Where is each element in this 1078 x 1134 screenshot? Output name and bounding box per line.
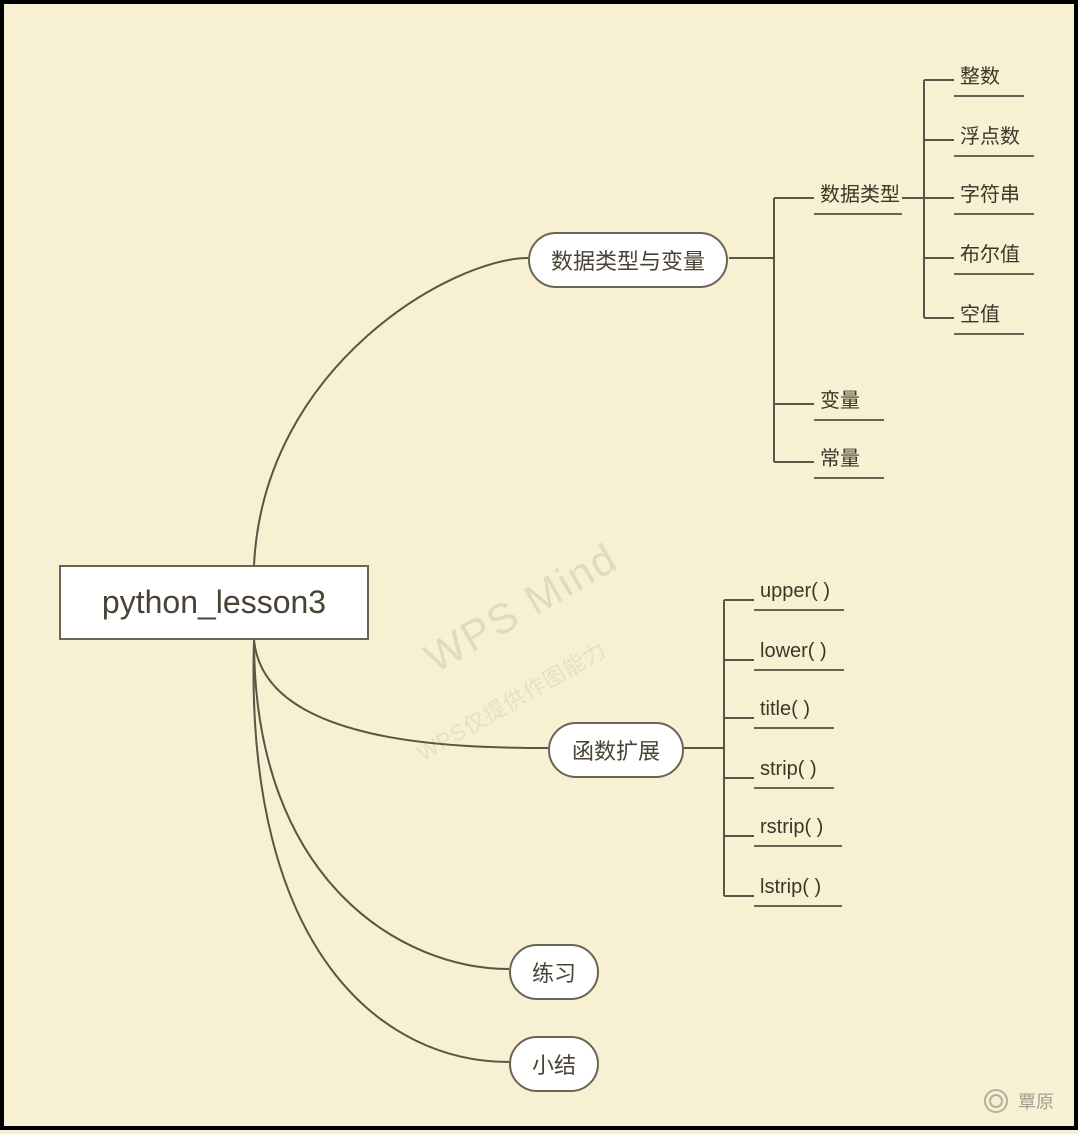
leaf-boolean[interactable]: 布尔值 (954, 234, 1034, 275)
leaf-float[interactable]: 浮点数 (954, 116, 1034, 157)
branch-data-types-variables[interactable]: 数据类型与变量 (528, 232, 728, 288)
leaf-upper[interactable]: upper( ) (754, 576, 844, 611)
leaf-lstrip[interactable]: lstrip( ) (754, 872, 842, 907)
branch-label: 函数扩展 (572, 734, 660, 766)
leaf-variable[interactable]: 变量 (814, 380, 884, 421)
leaf-rstrip[interactable]: rstrip( ) (754, 812, 842, 847)
branch-label: 练习 (532, 956, 576, 988)
branch-label: 小结 (532, 1048, 576, 1080)
leaf-string[interactable]: 字符串 (954, 174, 1034, 215)
leaf-none[interactable]: 空值 (954, 294, 1024, 335)
leaf-integer[interactable]: 整数 (954, 56, 1024, 97)
branch-practice[interactable]: 练习 (509, 944, 599, 1000)
branch-function-ext[interactable]: 函数扩展 (548, 722, 684, 778)
leaf-constant[interactable]: 常量 (814, 438, 884, 479)
leaf-lower[interactable]: lower( ) (754, 636, 844, 671)
leaf-data-type[interactable]: 数据类型 (814, 174, 902, 215)
branch-label: 数据类型与变量 (551, 244, 705, 276)
branch-summary[interactable]: 小结 (509, 1036, 599, 1092)
leaf-title[interactable]: title( ) (754, 694, 834, 729)
root-label: python_lesson3 (102, 584, 326, 621)
wechat-icon (984, 1089, 1008, 1113)
footer-credit: 覃原 (984, 1088, 1054, 1114)
leaf-strip[interactable]: strip( ) (754, 754, 834, 789)
root-node[interactable]: python_lesson3 (59, 565, 369, 640)
footer-label: 覃原 (1018, 1088, 1054, 1114)
